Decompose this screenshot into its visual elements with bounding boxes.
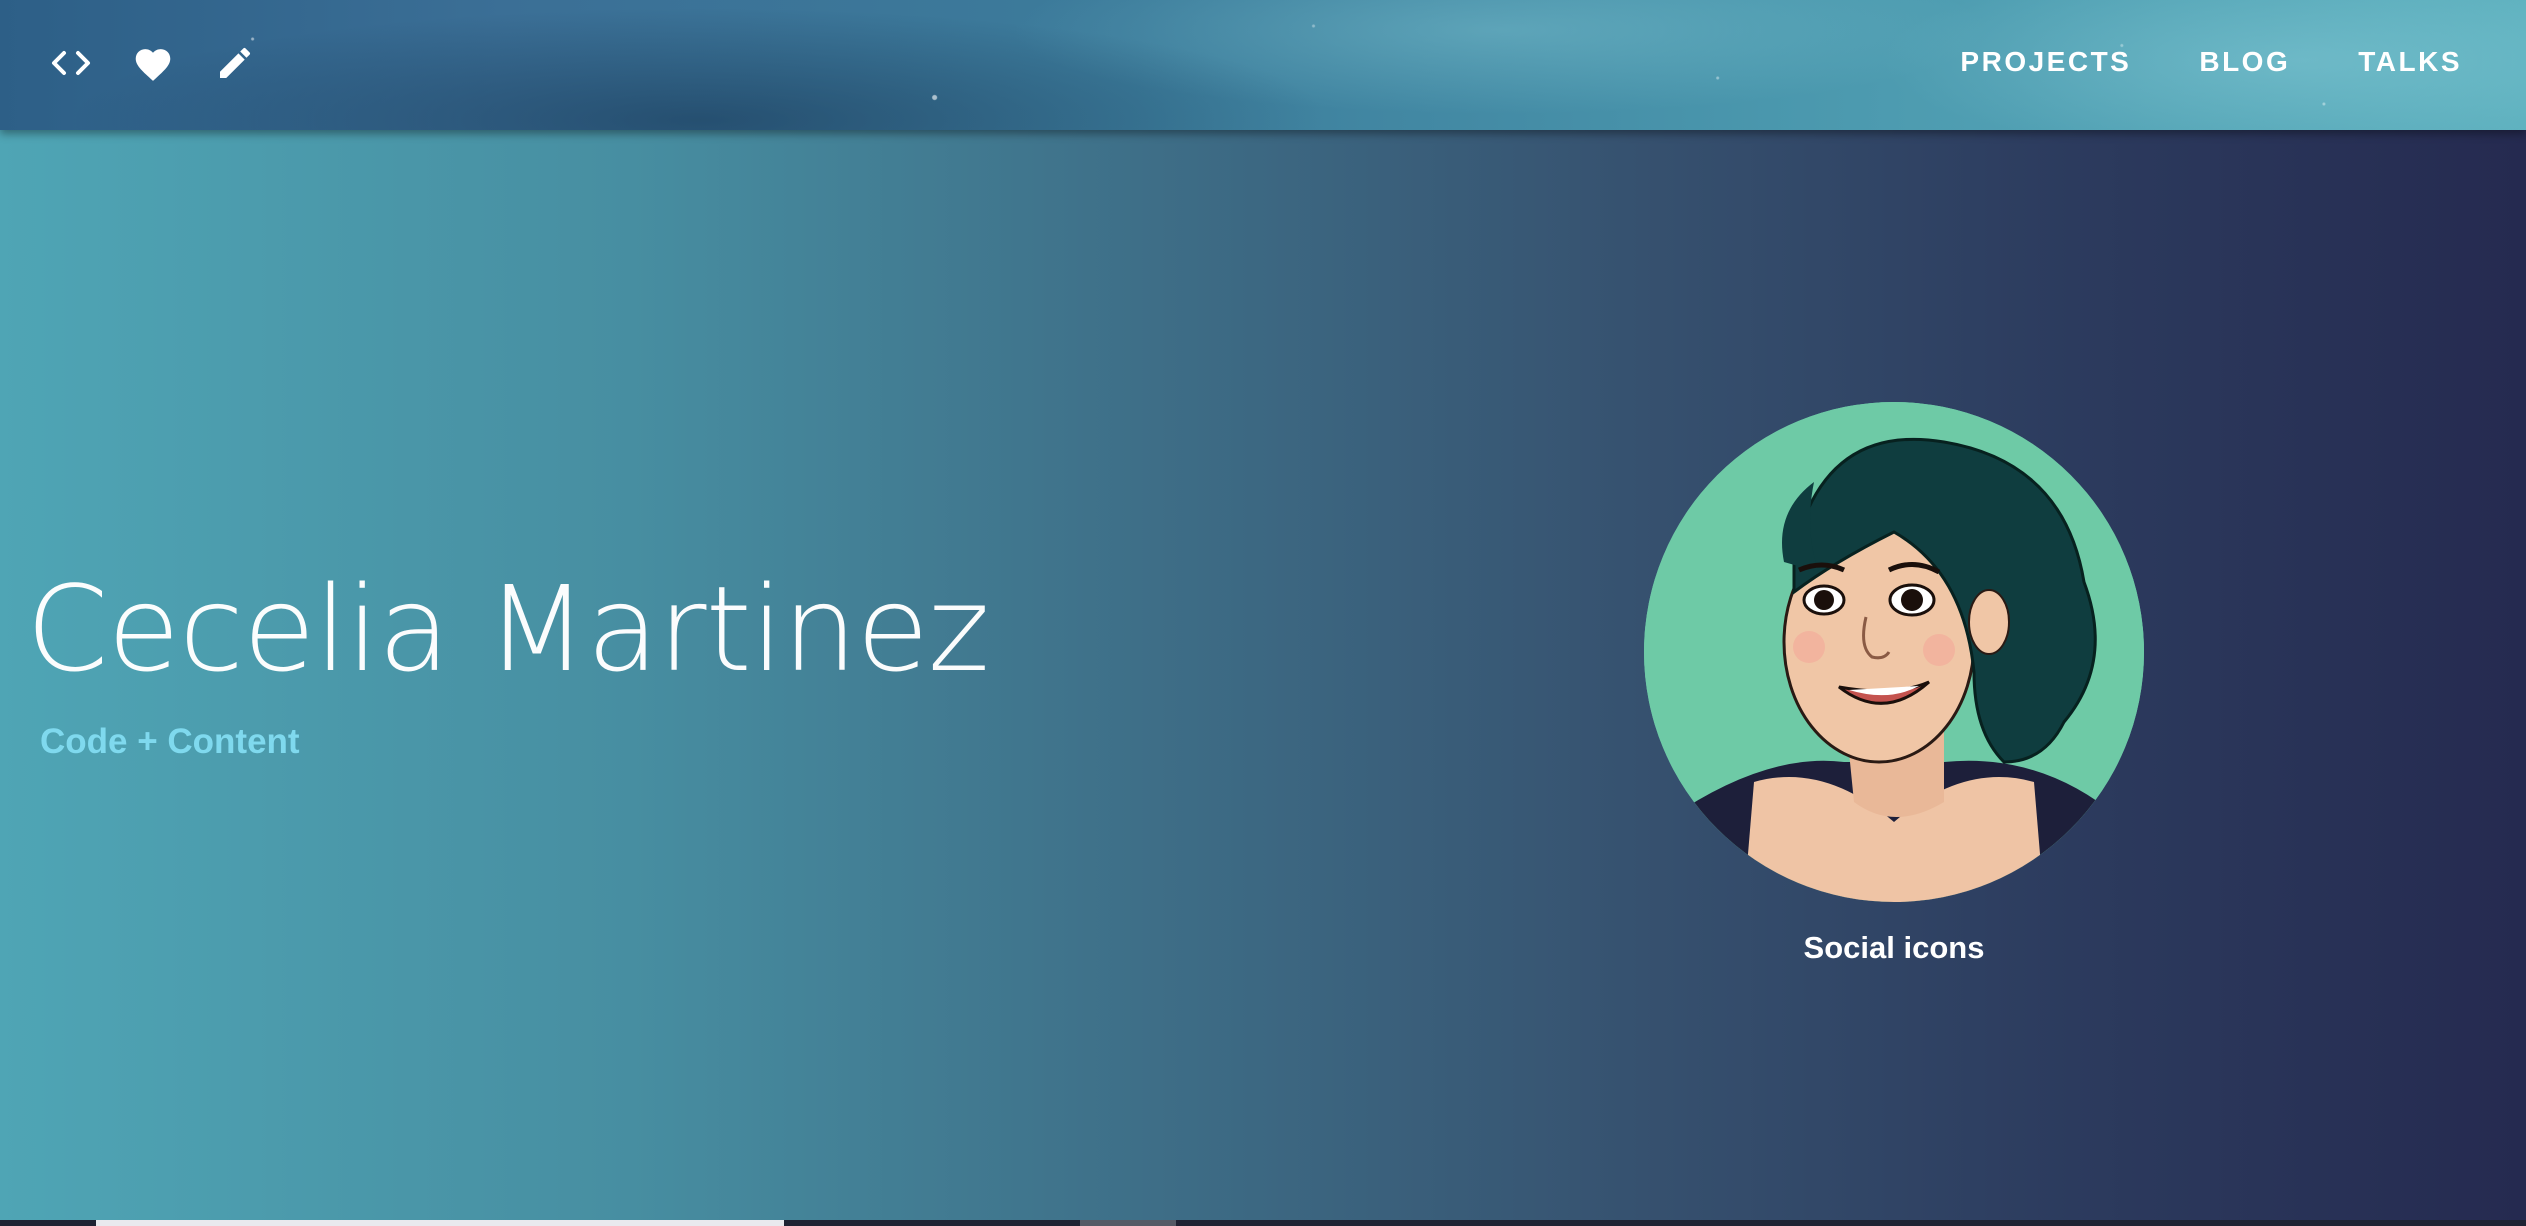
nav-link-blog[interactable]: BLOG bbox=[2199, 46, 2290, 78]
bottom-strip-segment bbox=[1080, 1220, 1176, 1226]
hero-name: Cecelia Martinez bbox=[26, 560, 990, 698]
top-navigation-bar: PROJECTS BLOG TALKS bbox=[0, 0, 2526, 130]
nav-icon-group bbox=[48, 40, 258, 86]
code-icon[interactable] bbox=[48, 40, 94, 86]
nav-link-projects[interactable]: PROJECTS bbox=[1960, 46, 2131, 78]
nav-links: PROJECTS BLOG TALKS bbox=[1960, 46, 2462, 78]
heart-icon[interactable] bbox=[130, 40, 176, 86]
social-icons-label: Social icons bbox=[1803, 930, 1985, 965]
pencil-icon[interactable] bbox=[212, 40, 258, 86]
hero-tagline: Code + Content bbox=[40, 722, 300, 761]
bottom-scroll-strip bbox=[0, 1220, 2526, 1226]
nav-link-talks[interactable]: TALKS bbox=[2358, 46, 2462, 78]
page: PROJECTS BLOG TALKS Cecelia Martinez Cod… bbox=[0, 0, 2526, 1226]
avatar-illustration bbox=[1644, 402, 2144, 902]
bottom-strip-segment bbox=[96, 1220, 784, 1226]
